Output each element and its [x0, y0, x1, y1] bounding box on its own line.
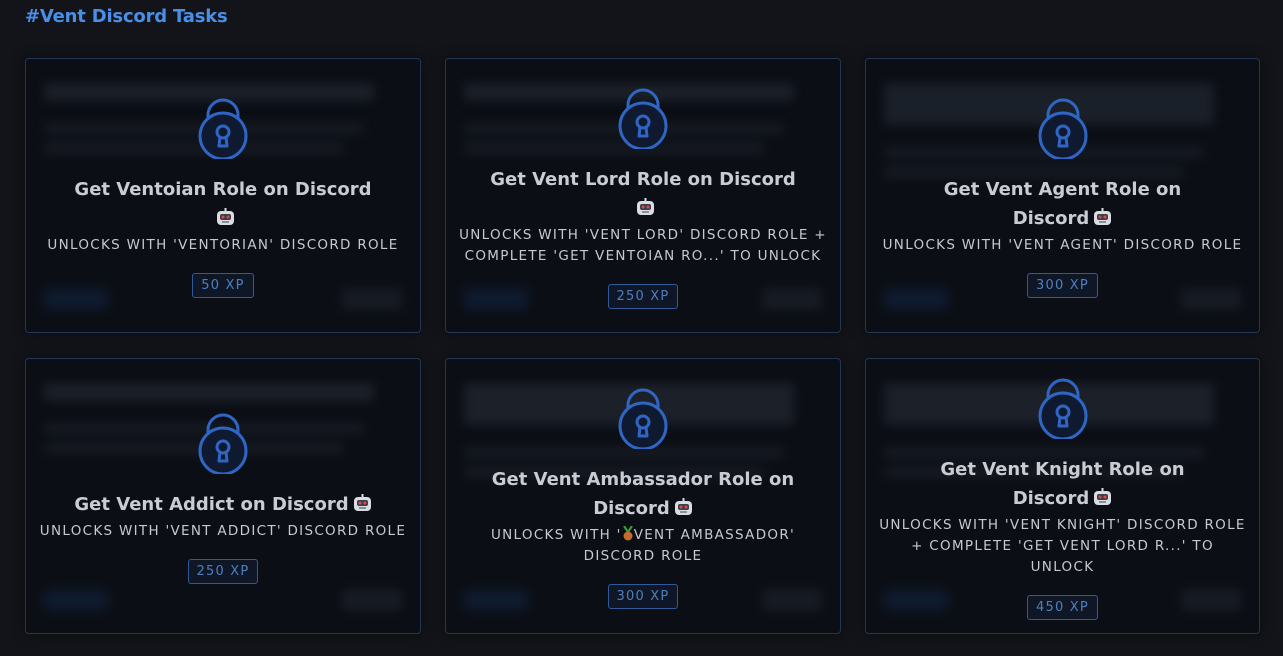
task-title: Get Vent Ambassador Role on Discord — [491, 469, 795, 519]
task-grid: Get Ventoian Role on Discord UNLOCKS WIT… — [25, 58, 1260, 634]
xp-badge: 450 XP — [1027, 594, 1098, 620]
robot-icon — [1093, 208, 1112, 226]
xp-badge: 250 XP — [607, 283, 679, 309]
section-title: #Vent Discord Tasks — [25, 6, 228, 27]
task-title: Get Vent Lord Role on Discord — [483, 165, 803, 223]
locked-overlay: Get Vent Knight Role on Discord UNLOCKS … — [866, 359, 1259, 633]
task-card[interactable]: Get Vent Ambassador Role on Discord UNLO… — [445, 358, 841, 634]
robot-icon — [1093, 488, 1112, 506]
lock-icon — [616, 83, 670, 149]
task-title: Get Vent Agent Role on Discord — [943, 179, 1182, 229]
locked-overlay: Get Vent Ambassador Role on Discord UNLO… — [446, 359, 840, 633]
unlock-requirement: UNLOCKS WITH 'VENT ADDICT' DISCORD ROLE — [39, 523, 407, 539]
robot-icon — [216, 208, 235, 226]
robot-icon — [636, 198, 655, 216]
unlock-requirement: UNLOCKS WITH 'VENT KNIGHT' DISCORD ROLE … — [879, 516, 1246, 575]
task-card[interactable]: Get Vent Agent Role on Discord UNLOCKS W… — [865, 58, 1260, 333]
task-title: Get Vent Knight Role on Discord — [940, 458, 1185, 509]
task-title: Get Ventoian Role on Discord — [63, 175, 383, 233]
lock-icon — [1036, 93, 1090, 159]
lock-icon — [196, 408, 250, 474]
unlock-requirement: UNLOCKS WITH ' VENT AMBASSADOR' DISCORD R… — [490, 526, 796, 564]
locked-overlay: Get Vent Lord Role on Discord UNLOCKS WI… — [446, 59, 840, 332]
unlock-requirement: UNLOCKS WITH 'VENTORIAN' DISCORD ROLE — [47, 237, 399, 253]
unlock-requirement: UNLOCKS WITH 'VENT LORD' DISCORD ROLE + … — [459, 226, 827, 264]
task-card[interactable]: Get Vent Addict on Discord UNLOCKS WITH … — [25, 358, 421, 634]
locked-overlay: Get Ventoian Role on Discord UNLOCKS WIT… — [26, 59, 420, 332]
task-card[interactable]: Get Vent Knight Role on Discord UNLOCKS … — [865, 358, 1260, 634]
locked-overlay: Get Vent Agent Role on Discord UNLOCKS W… — [866, 59, 1259, 332]
lock-icon — [196, 93, 250, 159]
task-card[interactable]: Get Ventoian Role on Discord UNLOCKS WIT… — [25, 58, 421, 333]
xp-badge: 300 XP — [607, 584, 679, 609]
xp-badge: 50 XP — [192, 273, 254, 298]
xp-badge: 250 XP — [187, 559, 259, 584]
robot-icon — [674, 498, 693, 516]
xp-badge: 300 XP — [1027, 273, 1098, 298]
lock-icon — [1036, 373, 1090, 439]
locked-overlay: Get Vent Addict on Discord UNLOCKS WITH … — [26, 359, 420, 633]
unlock-requirement: UNLOCKS WITH 'VENT AGENT' DISCORD ROLE — [882, 237, 1243, 253]
lock-icon — [616, 383, 670, 449]
task-card[interactable]: Get Vent Lord Role on Discord UNLOCKS WI… — [445, 58, 841, 333]
task-title: Get Vent Addict on Discord — [74, 490, 371, 519]
medal-icon — [622, 526, 634, 541]
robot-icon — [353, 494, 372, 512]
